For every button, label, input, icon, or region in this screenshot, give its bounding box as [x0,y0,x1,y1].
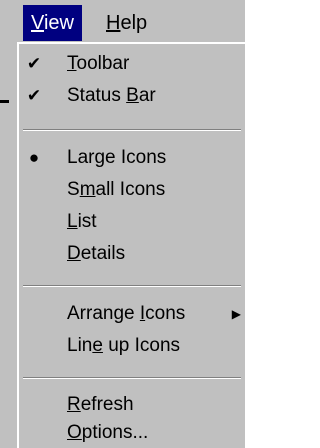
view-dropdown-menu: ✔ Toolbar ✔ Status Bar ● Large Icons Sma… [17,42,245,448]
menu-item-label: List [67,211,97,232]
menu-item-label: Large Icons [67,147,167,168]
menu-item-details[interactable]: Details [19,238,245,270]
menu-item-label: Status Bar [67,85,156,106]
menu-item-large-icons[interactable]: ● Large Icons [19,142,245,174]
menu-item-label: Details [67,243,126,264]
menu-item-label: Options... [67,422,149,443]
menu-item-small-icons[interactable]: Small Icons [19,174,245,206]
menu-item-label: Arrange Icons [67,303,186,324]
menu-item-status-bar[interactable]: ✔ Status Bar [19,80,245,112]
menu-item-toolbar[interactable]: ✔ Toolbar [19,48,245,80]
menu-item-label: Line up Icons [67,335,181,356]
menu-separator [23,377,241,379]
help-menu[interactable]: Help [98,5,155,41]
radio-bullet-icon: ● [28,148,40,167]
menu-item-arrange-icons[interactable]: Arrange Icons ▶ [19,298,245,330]
menu-item-line-up-icons[interactable]: Line up Icons [19,330,245,362]
menu-item-list[interactable]: List [19,206,245,238]
menu-bar: View Help [0,0,245,42]
view-menu[interactable]: View [23,5,82,41]
menu-separator [23,285,241,287]
menu-item-label: Toolbar [67,53,130,74]
menu-item-options[interactable]: Options... [19,417,245,448]
window-edge [0,42,17,448]
menu-separator [23,129,241,131]
checkmark-icon: ✔ [26,54,42,73]
checkmark-icon: ✔ [26,86,42,105]
menu-item-label: Small Icons [67,179,166,200]
edge-tick [0,100,9,103]
submenu-arrow-icon: ▶ [231,307,241,321]
